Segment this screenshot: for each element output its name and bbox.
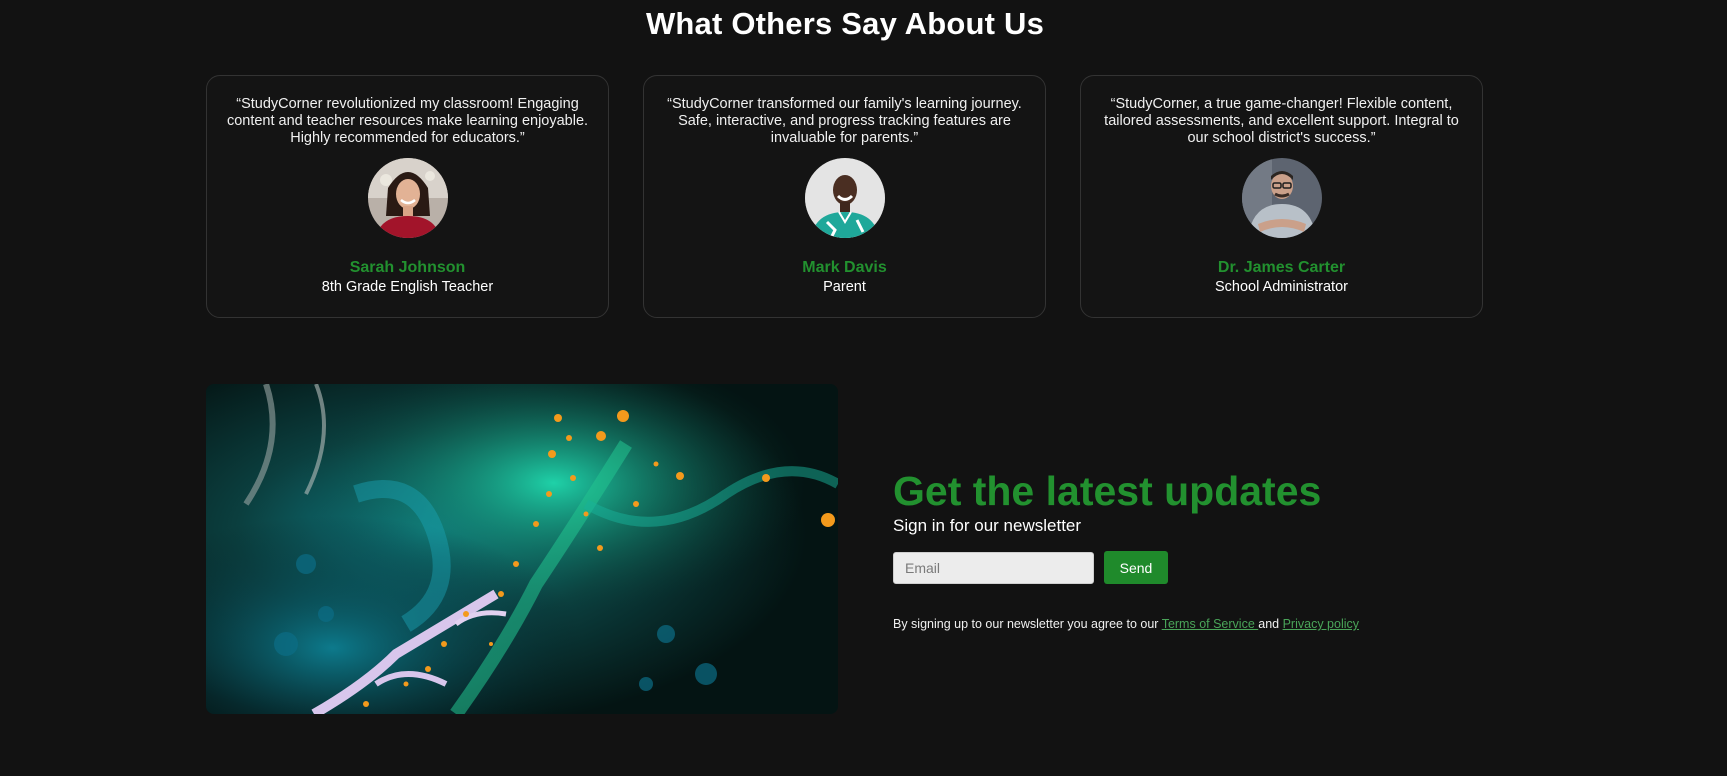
newsletter-legal-text: By signing up to our newsletter you agre… bbox=[893, 617, 1593, 631]
avatar bbox=[804, 158, 885, 238]
email-input[interactable] bbox=[893, 551, 1094, 584]
newsletter-section: Get the latest updates Sign in for our n… bbox=[893, 466, 1593, 631]
avatar bbox=[1241, 158, 1322, 238]
testimonial-quote: “StudyCorner revolutionized my classroom… bbox=[226, 96, 589, 146]
abstract-fluid-art-image bbox=[206, 384, 838, 714]
send-button[interactable]: Send bbox=[1104, 551, 1168, 584]
person-role: Parent bbox=[823, 279, 866, 295]
privacy-policy-link[interactable]: Privacy policy bbox=[1283, 617, 1359, 631]
terms-of-service-link[interactable]: Terms of Service bbox=[1162, 617, 1259, 631]
newsletter-subtitle: Sign in for our newsletter bbox=[893, 516, 1082, 535]
testimonial-card: “StudyCorner revolutionized my classroom… bbox=[206, 75, 609, 318]
testimonials-title: What Others Say About Us bbox=[645, 6, 1045, 41]
testimonials-grid: “StudyCorner revolutionized my classroom… bbox=[206, 75, 1486, 320]
testimonial-card: “StudyCorner transformed our family's le… bbox=[643, 75, 1046, 318]
legal-prefix: By signing up to our newsletter you agre… bbox=[893, 617, 1162, 631]
testimonial-card: “StudyCorner, a true game-changer! Flexi… bbox=[1080, 75, 1483, 318]
testimonial-quote: “StudyCorner, a true game-changer! Flexi… bbox=[1104, 96, 1459, 146]
person-role: School Administrator bbox=[1215, 279, 1348, 295]
person-role: 8th Grade English Teacher bbox=[321, 279, 494, 295]
testimonial-quote: “StudyCorner transformed our family's le… bbox=[667, 96, 1022, 146]
newsletter-title: Get the latest updates bbox=[893, 468, 1322, 514]
person-name: Sarah Johnson bbox=[349, 259, 466, 276]
legal-and: and bbox=[1258, 617, 1283, 631]
newsletter-form: Send bbox=[893, 551, 1593, 584]
page: What Others Say About Us “StudyCorner re… bbox=[0, 0, 1727, 776]
person-name: Dr. James Carter bbox=[1217, 259, 1346, 276]
person-name: Mark Davis bbox=[802, 259, 887, 276]
avatar bbox=[367, 158, 448, 238]
